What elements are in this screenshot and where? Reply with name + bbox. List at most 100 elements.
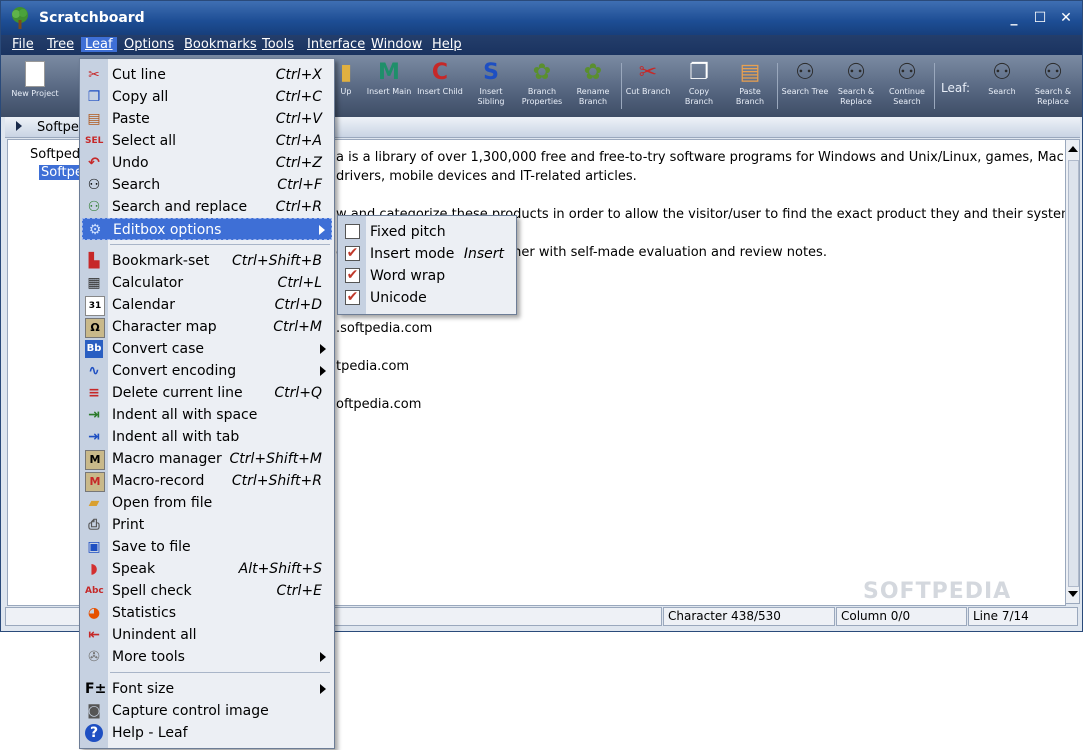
copy-branch-button[interactable]: ❐ Copy Branch [674, 59, 724, 113]
menu-tools[interactable]: Tools [262, 37, 294, 52]
menu-item-select-all[interactable]: SEL Select all Ctrl+A [82, 130, 332, 152]
menu-file[interactable]: File [12, 37, 34, 52]
new-project-icon [25, 61, 45, 87]
watermark: SOFTPEDIA [863, 579, 1012, 604]
editor-line: .softpedia.com [336, 321, 433, 336]
folder-icon: ▰ [88, 495, 100, 511]
tree-pane[interactable]: Softpedia Softpe [7, 139, 85, 606]
menu-item-unindent-all[interactable]: ⇤ Unindent all [82, 624, 332, 646]
checkmark-icon[interactable]: ✔ [345, 268, 360, 283]
scroll-down-icon[interactable] [1068, 591, 1078, 597]
menu-item-speak[interactable]: ◗ Speak Alt+Shift+S [82, 558, 332, 580]
tree-node-root[interactable]: Softpedia [30, 147, 84, 162]
cut-branch-button[interactable]: ✂ Cut Branch [623, 59, 673, 113]
menu-item-open-from-file[interactable]: ▰ Open from file [82, 492, 332, 514]
insert-child-button[interactable]: C Insert Child [415, 59, 465, 113]
menu-item-indent-tab[interactable]: ⇥ Indent all with tab [82, 426, 332, 448]
menu-item-spell-check[interactable]: Abc Spell check Ctrl+E [82, 580, 332, 602]
submenu-item-unicode[interactable]: ✔ Unicode [340, 287, 514, 309]
leaf-search-button[interactable]: ⚇ Search [977, 59, 1027, 113]
save-icon: ▣ [87, 539, 101, 555]
submenu-item-word-wrap[interactable]: ✔ Word wrap [340, 265, 514, 287]
spell-check-icon: Abc [85, 586, 104, 596]
menu-item-convert-case[interactable]: Bb Convert case [82, 338, 332, 360]
submenu-item-fixed-pitch[interactable]: Fixed pitch [340, 221, 514, 243]
insert-sibling-icon: S [483, 60, 499, 85]
leaf-search-icon: ⚇ [992, 60, 1012, 85]
menu-item-more-tools[interactable]: ✇ More tools [82, 646, 332, 668]
menu-item-cut-line[interactable]: ✂ Cut line Ctrl+X [82, 64, 332, 86]
menu-window[interactable]: Window [371, 37, 422, 52]
close-button[interactable]: ✕ [1057, 10, 1075, 26]
checkmark-icon[interactable]: ✔ [345, 246, 360, 261]
gear-icon: ⚙ [88, 222, 102, 238]
menu-item-indent-space[interactable]: ⇥ Indent all with space [82, 404, 332, 426]
menu-item-save-to-file[interactable]: ▣ Save to file [82, 536, 332, 558]
menu-item-font-size[interactable]: F± Font size [82, 678, 332, 700]
search-replace-button[interactable]: ⚇ Search & Replace [831, 59, 881, 113]
branch-properties-button[interactable]: ✿ Branch Properties [517, 59, 567, 113]
menu-item-search[interactable]: ⚇ Search Ctrl+F [82, 174, 332, 196]
cut-branch-icon: ✂ [638, 60, 658, 85]
checkmark-icon[interactable]: ✔ [345, 290, 360, 305]
menu-item-character-map[interactable]: Ω Character map Ctrl+M [82, 316, 332, 338]
menu-item-copy-all[interactable]: ❐ Copy all Ctrl+C [82, 86, 332, 108]
insert-main-icon: M [378, 60, 400, 85]
editor-line: tpedia.com [336, 359, 410, 374]
scroll-thumb[interactable] [1068, 160, 1079, 587]
search-tree-button[interactable]: ⚇ Search Tree [780, 59, 830, 113]
continue-search-button[interactable]: ⚇ Continue Search [882, 59, 932, 113]
menu-item-delete-current-line[interactable]: ≡ Delete current line Ctrl+Q [82, 382, 332, 404]
menu-item-calendar[interactable]: 31 Calendar Ctrl+D [82, 294, 332, 316]
editor-line: oftpedia.com [336, 397, 422, 412]
menu-leaf[interactable]: Leaf [81, 37, 117, 52]
checkbox-unchecked[interactable] [345, 224, 360, 239]
menu-item-undo[interactable]: ↶ Undo Ctrl+Z [82, 152, 332, 174]
paste-branch-button[interactable]: ▤ Paste Branch [725, 59, 775, 113]
status-column: Column 0/0 [836, 607, 967, 626]
chevron-right-icon [319, 225, 325, 235]
menu-item-convert-encoding[interactable]: ∿ Convert encoding [82, 360, 332, 382]
menu-item-bookmark-set[interactable]: ▙ Bookmark-set Ctrl+Shift+B [82, 250, 332, 272]
menu-separator [110, 244, 330, 245]
indent-tab-icon: ⇥ [88, 429, 100, 445]
menu-item-paste[interactable]: ▤ Paste Ctrl+V [82, 108, 332, 130]
submenu-item-insert-mode[interactable]: ✔ Insert mode Insert [340, 243, 514, 265]
menu-item-macro-record[interactable]: M Macro-record Ctrl+Shift+R [82, 470, 332, 492]
menu-bookmarks[interactable]: Bookmarks [184, 37, 257, 52]
menu-item-calculator[interactable]: ▦ Calculator Ctrl+L [82, 272, 332, 294]
camera-icon: ◙ [87, 703, 101, 719]
insert-main-button[interactable]: M Insert Main [364, 59, 414, 113]
up-icon: ▮ [339, 60, 353, 85]
toolbar-separator [777, 63, 778, 109]
menu-options[interactable]: Options [124, 37, 174, 52]
menu-bar: File Tree Leaf Options Bookmarks Tools I… [1, 35, 1082, 55]
maximize-button[interactable]: ☐ [1031, 10, 1049, 26]
minimize-button[interactable]: _ [1005, 10, 1023, 26]
menu-item-help-leaf[interactable]: ? Help - Leaf [82, 722, 332, 744]
menu-tree[interactable]: Tree [47, 37, 74, 52]
menu-item-search-replace[interactable]: ⚇ Search and replace Ctrl+R [82, 196, 332, 218]
menu-item-editbox-options[interactable]: ⚙ Editbox options [82, 218, 332, 240]
new-project-button[interactable]: New Project [10, 59, 60, 113]
menu-item-macro-manager[interactable]: M Macro manager Ctrl+Shift+M [82, 448, 332, 470]
menu-item-statistics[interactable]: ◕ Statistics [82, 602, 332, 624]
rename-branch-button[interactable]: ✿ Rename Branch [568, 59, 618, 113]
status-line: Line 7/14 [968, 607, 1078, 626]
menu-item-print[interactable]: ⎙ Print [82, 514, 332, 536]
title-bar: Scratchboard _ ☐ ✕ [1, 1, 1082, 35]
menu-help[interactable]: Help [432, 37, 462, 52]
undo-icon: ↶ [88, 155, 100, 171]
unindent-icon: ⇤ [88, 627, 100, 643]
search-replace-icon: ⚇ [846, 60, 866, 85]
toolbar-separator [934, 63, 935, 109]
breadcrumb-arrow-icon[interactable] [16, 121, 22, 131]
scroll-up-icon[interactable] [1068, 146, 1078, 152]
window-title: Scratchboard [39, 10, 145, 26]
menu-item-capture-control-image[interactable]: ◙ Capture control image [82, 700, 332, 722]
vertical-scrollbar[interactable] [1065, 139, 1080, 604]
leaf-search-replace-button[interactable]: ⚇ Search & Replace [1028, 59, 1078, 113]
menu-interface[interactable]: Interface [307, 37, 365, 52]
tree-app-icon [12, 7, 28, 29]
insert-sibling-button[interactable]: S Insert Sibling [466, 59, 516, 113]
